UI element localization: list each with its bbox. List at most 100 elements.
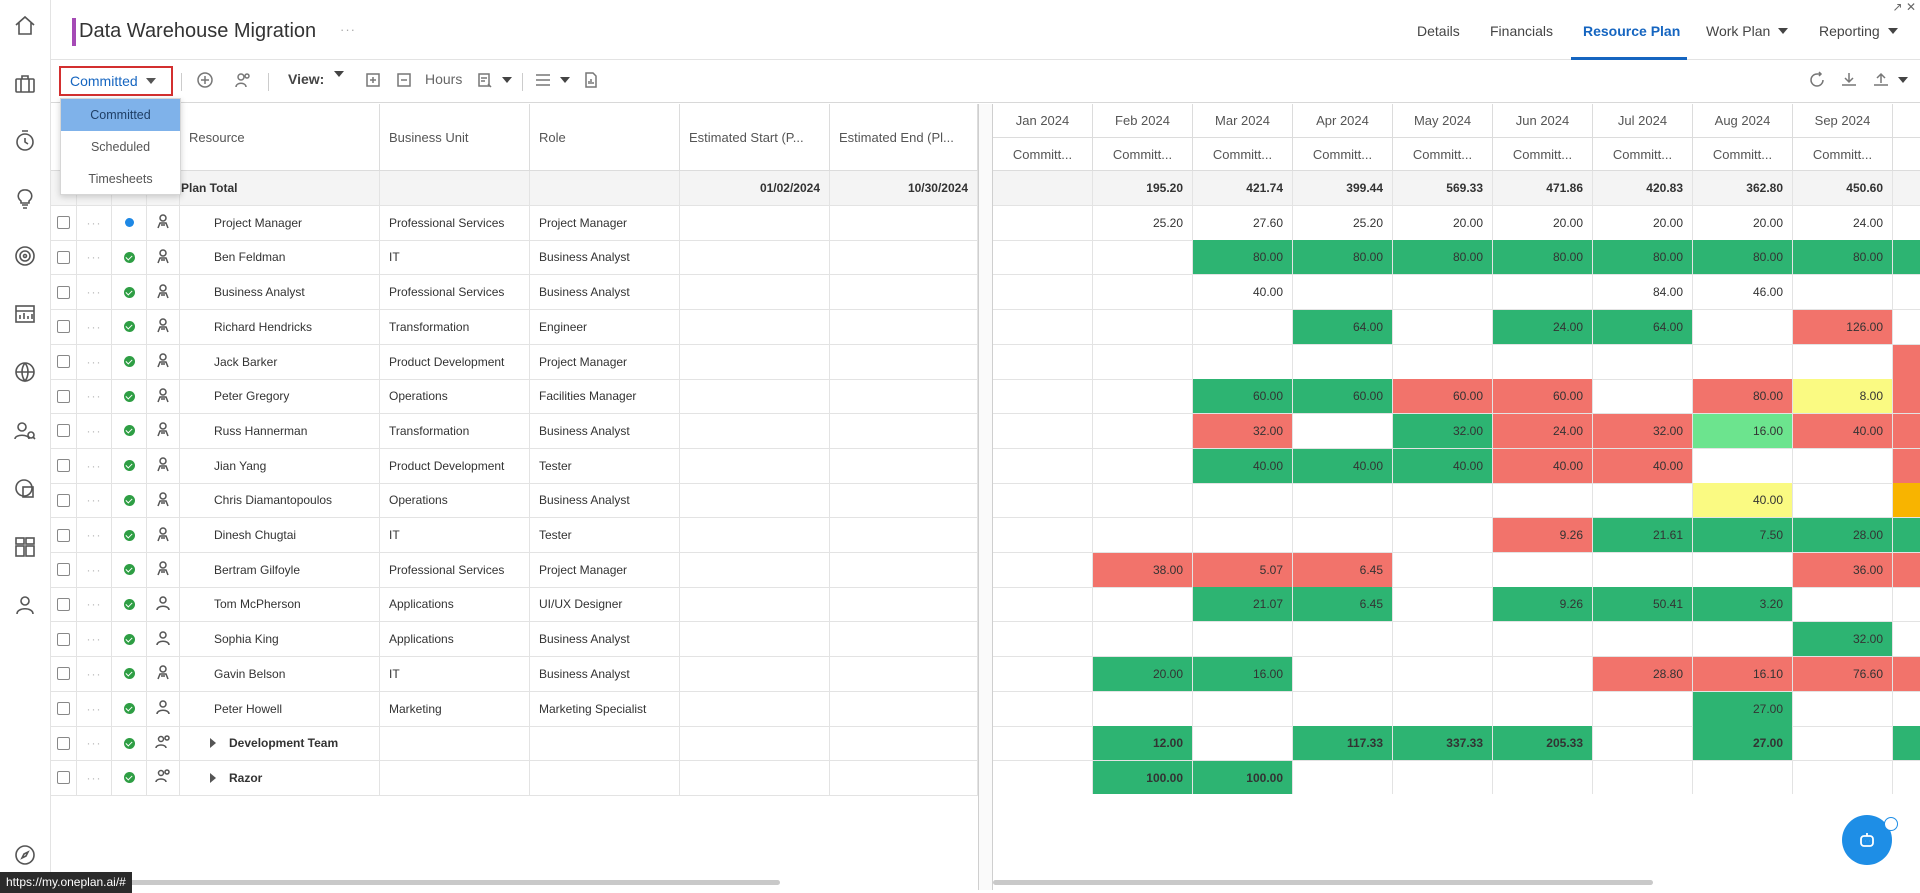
resource-name[interactable]: Bertram Gilfoyle [214, 563, 300, 577]
hours-cell[interactable] [1093, 622, 1193, 657]
window-controls[interactable]: ↗ ✕ [1893, 0, 1916, 14]
option-committed[interactable]: Committed [61, 99, 180, 131]
resource-name[interactable]: Russ Hannerman [214, 424, 307, 438]
table-row[interactable]: ··· Bertram Gilfoyle Professional Services… [51, 552, 978, 588]
hours-cell[interactable]: 24.00 [1793, 205, 1893, 240]
close-icon[interactable]: ✕ [1906, 0, 1916, 14]
table-row[interactable]: ··· Ben Feldman IT Business Analyst [51, 240, 978, 276]
hours-cell[interactable]: 60.00 [1393, 379, 1493, 414]
row-menu-icon[interactable]: ··· [87, 250, 102, 264]
globe-icon[interactable] [12, 359, 38, 385]
hours-cell[interactable] [1793, 726, 1893, 761]
hours-cell[interactable]: 40.00 [1593, 448, 1693, 483]
hours-cell[interactable] [1193, 518, 1293, 552]
row-checkbox[interactable] [57, 736, 70, 750]
hours-cell[interactable]: 25.20 [1093, 205, 1193, 240]
units-button[interactable]: Hours [425, 71, 462, 87]
row-menu-icon[interactable]: ··· [87, 667, 102, 681]
title-more-icon[interactable]: ··· [340, 22, 356, 37]
hours-cell[interactable] [1893, 518, 1920, 552]
hours-cell[interactable] [1893, 310, 1920, 344]
hours-cell[interactable]: 64.00 [1593, 309, 1693, 344]
hours-cell[interactable]: 12.00 [1093, 726, 1193, 761]
hours-cell[interactable] [993, 518, 1093, 552]
resource-name[interactable]: Peter Howell [214, 702, 282, 716]
hours-cell[interactable] [993, 448, 1093, 483]
row-checkbox[interactable] [57, 528, 70, 542]
hours-cell[interactable]: 25.20 [1293, 205, 1393, 240]
row-menu-icon[interactable]: ··· [87, 216, 102, 230]
row-menu-icon[interactable]: ··· [87, 389, 102, 403]
hours-cell[interactable] [1293, 691, 1393, 726]
hours-cell[interactable] [1893, 692, 1920, 726]
row-checkbox[interactable] [57, 355, 70, 368]
resource-name[interactable]: Ben Feldman [214, 250, 285, 264]
hours-cell[interactable] [1293, 344, 1393, 379]
hours-cell[interactable]: 450.60 [1793, 171, 1893, 205]
hours-cell[interactable]: 100.00 [1093, 760, 1193, 794]
hours-cell[interactable] [1693, 309, 1793, 344]
hours-cell[interactable] [1293, 518, 1393, 552]
hours-cell[interactable] [1893, 448, 1920, 483]
hours-cell[interactable] [1693, 760, 1793, 794]
hours-cell[interactable]: 80.00 [1293, 240, 1393, 275]
row-checkbox[interactable] [57, 597, 70, 611]
hours-cell[interactable] [993, 552, 1093, 587]
refresh-button[interactable] [1808, 71, 1826, 89]
table-row[interactable]: ··· Development Team [51, 726, 978, 762]
hours-cell[interactable] [993, 587, 1093, 622]
hours-cell[interactable] [1093, 309, 1193, 344]
compass-icon[interactable] [12, 842, 38, 868]
hours-cell[interactable] [1193, 726, 1293, 761]
resource-name[interactable]: Tom McPherson [214, 597, 301, 611]
table-row[interactable]: ··· Jack Barker Product Development Project… [51, 344, 978, 380]
header-role[interactable]: Role [530, 104, 680, 171]
table-row[interactable]: ··· Russ Hannerman Transformation Business … [51, 413, 978, 449]
hours-cell[interactable]: 40.00 [1693, 483, 1793, 518]
right-horizontal-scrollbar[interactable] [993, 880, 1653, 885]
row-menu-icon[interactable]: ··· [87, 320, 102, 334]
hours-cell[interactable]: 20.00 [1393, 205, 1493, 240]
row-menu-icon[interactable]: ··· [87, 355, 102, 369]
hours-cell[interactable]: 60.00 [1293, 379, 1393, 414]
data-report-icon[interactable] [12, 476, 38, 502]
tab-work-plan[interactable]: Work Plan [1706, 23, 1789, 39]
people-search-icon[interactable] [12, 418, 38, 444]
menu-button[interactable] [534, 71, 570, 89]
hours-cell[interactable] [1893, 656, 1920, 691]
table-row[interactable]: ··· Gavin Belson IT Business Analyst [51, 656, 978, 692]
hours-cell[interactable] [993, 656, 1093, 691]
hours-cell[interactable] [1093, 240, 1193, 275]
hours-cell[interactable] [1093, 448, 1193, 483]
hours-cell[interactable] [1693, 448, 1793, 483]
hours-cell[interactable] [1193, 483, 1293, 518]
hours-cell[interactable]: 9.26 [1493, 518, 1593, 552]
hours-cell[interactable] [993, 344, 1093, 379]
hours-cell[interactable] [993, 413, 1093, 448]
add-resource-button[interactable] [196, 71, 214, 89]
target-icon[interactable] [12, 243, 38, 269]
home-icon[interactable] [12, 13, 38, 39]
table-row[interactable]: ··· Jian Yang Product Development Tester [51, 448, 978, 484]
hours-cell[interactable]: 80.00 [1393, 240, 1493, 275]
hours-cell[interactable]: 80.00 [1793, 240, 1893, 275]
hours-cell[interactable]: 362.80 [1693, 171, 1793, 205]
table-row[interactable]: ··· Richard Hendricks Transformation Engine… [51, 309, 978, 345]
hours-cell[interactable] [1493, 622, 1593, 657]
row-menu-icon[interactable]: ··· [87, 493, 102, 507]
row-checkbox[interactable] [57, 632, 70, 646]
hours-cell[interactable]: 32.00 [1793, 622, 1893, 657]
hours-cell[interactable] [1693, 622, 1793, 657]
hours-cell[interactable] [1493, 344, 1593, 379]
hours-cell[interactable]: 20.00 [1693, 205, 1793, 240]
hours-cell[interactable] [1093, 275, 1193, 310]
hours-cell[interactable]: 46.00 [1693, 275, 1793, 310]
resource-name[interactable]: Sophia King [214, 632, 279, 646]
hours-cell[interactable]: 16.10 [1693, 656, 1793, 691]
row-menu-icon[interactable]: ··· [87, 702, 102, 716]
report-chart-icon[interactable] [12, 301, 38, 327]
hours-cell[interactable] [1693, 552, 1793, 587]
hours-cell[interactable]: 569.33 [1393, 171, 1493, 205]
hours-cell[interactable] [1793, 448, 1893, 483]
row-menu-icon[interactable]: ··· [87, 632, 102, 646]
